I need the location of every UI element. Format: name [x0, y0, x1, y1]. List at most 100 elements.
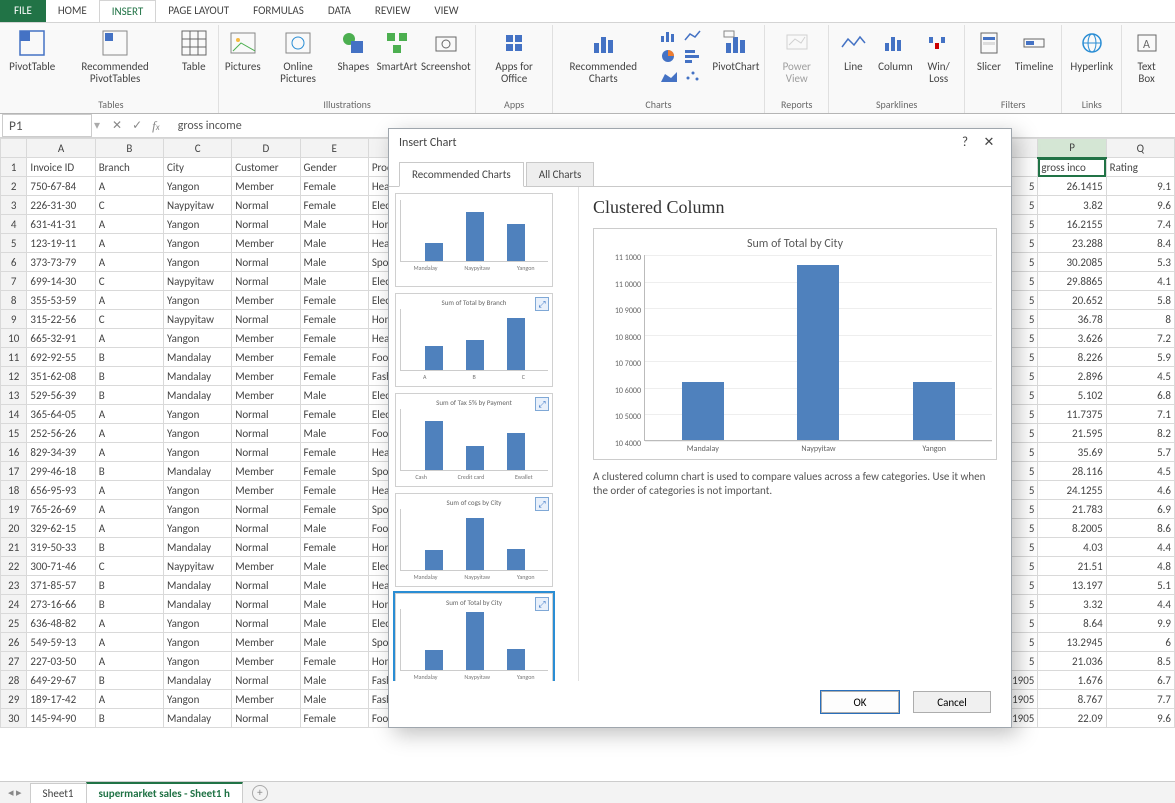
group-tables-label: Tables: [98, 96, 123, 113]
shapes-icon: [337, 27, 369, 59]
online-pictures-label: Online Pictures: [269, 61, 328, 85]
chart-gallery[interactable]: [652, 25, 710, 87]
chart-bar-Naypyitaw: [797, 265, 839, 440]
pictures-button[interactable]: Pictures: [223, 25, 263, 75]
tab-page-layout[interactable]: PAGE LAYOUT: [156, 0, 241, 22]
chart-thumb-2[interactable]: ⤢ Sum of Tax 5% by Payment CashCredit ca…: [395, 393, 553, 487]
tab-insert[interactable]: INSERT: [99, 0, 157, 22]
name-box[interactable]: [2, 114, 92, 137]
group-apps-label: Apps: [504, 96, 524, 113]
apps-label: Apps for Office: [484, 61, 543, 85]
hyperlink-icon: [1076, 27, 1108, 59]
sheet-tab-active[interactable]: supermarket sales - Sheet1 h: [86, 782, 243, 803]
scatter-chart-icon[interactable]: [682, 67, 704, 85]
fx-icon[interactable]: fx: [152, 118, 160, 134]
chart-thumb-3[interactable]: ⤢ Sum of cogs by City MandalayNaypyitawY…: [395, 493, 553, 587]
sheet-tab-sheet1[interactable]: Sheet1: [30, 783, 87, 803]
screenshot-button[interactable]: Screenshot: [420, 25, 471, 75]
sheet-tab-bar: ◂ ▸ Sheet1 supermarket sales - Sheet1 h …: [0, 781, 1175, 803]
ribbon-tabs: FILE HOME INSERT PAGE LAYOUT FORMULAS DA…: [0, 0, 1175, 22]
timeline-icon: [1018, 27, 1050, 59]
expand-icon[interactable]: ⤢: [535, 397, 549, 411]
group-reports-label: Reports: [781, 96, 813, 113]
power-view-button[interactable]: Power View: [769, 25, 824, 87]
textbox-icon: A: [1131, 27, 1163, 59]
chart-thumb-1[interactable]: ⤢ Sum of Total by Branch ABC: [395, 293, 553, 387]
line-chart-icon[interactable]: [682, 27, 704, 45]
cancel-button[interactable]: Cancel: [913, 691, 991, 713]
ok-button[interactable]: OK: [821, 691, 899, 713]
expand-icon[interactable]: ⤢: [535, 497, 549, 511]
tab-file[interactable]: FILE: [0, 0, 46, 22]
tab-view[interactable]: VIEW: [422, 0, 470, 22]
rec-charts-button[interactable]: Recommended Charts: [557, 25, 650, 87]
shapes-label: Shapes: [337, 61, 369, 73]
tab-formulas[interactable]: FORMULAS: [241, 0, 316, 22]
preview-heading: Clustered Column: [593, 197, 997, 218]
chart-bar-Yangon: [913, 382, 955, 440]
smartart-icon: [381, 27, 413, 59]
apps-for-office-button[interactable]: Apps for Office: [480, 25, 547, 87]
sparkline-winloss-icon: [923, 27, 955, 59]
bar-chart-icon[interactable]: [658, 27, 680, 45]
picture-icon: [227, 27, 259, 59]
pivotchart-button[interactable]: PivotChart: [712, 25, 760, 75]
power-view-icon: [781, 27, 813, 59]
sparkline-winloss-label: Win/ Loss: [921, 61, 956, 85]
rec-pivot-icon: [99, 27, 131, 59]
dialog-title: Insert Chart: [399, 136, 953, 150]
apps-icon: [498, 27, 530, 59]
sparkline-column-button[interactable]: Column: [875, 25, 915, 75]
add-sheet-button[interactable]: +: [252, 785, 268, 801]
sheet-nav[interactable]: ◂ ▸: [0, 786, 30, 799]
hyperlink-label: Hyperlink: [1070, 61, 1113, 73]
smartart-button[interactable]: SmartArt: [375, 25, 418, 75]
ribbon: PivotTable Recommended PivotTables Table…: [0, 22, 1175, 114]
sparkline-line-icon: [837, 27, 869, 59]
cancel-formula-icon[interactable]: ✕: [112, 118, 122, 134]
group-spark-label: Sparklines: [876, 96, 917, 113]
slicer-label: Slicer: [977, 61, 1001, 73]
rec-charts-icon: [587, 27, 619, 59]
expand-icon[interactable]: ⤢: [535, 597, 549, 611]
area-chart-icon[interactable]: [658, 67, 680, 85]
dialog-help-button[interactable]: ?: [953, 135, 977, 150]
dlg-tab-all[interactable]: All Charts: [526, 162, 595, 187]
table-button[interactable]: Table: [174, 25, 214, 75]
enter-formula-icon[interactable]: ✓: [132, 118, 142, 134]
textbox-label: Text Box: [1130, 61, 1163, 85]
sparkline-line-label: Line: [844, 61, 862, 73]
table-icon: [178, 27, 210, 59]
tab-data[interactable]: DATA: [316, 0, 363, 22]
screenshot-icon: [430, 27, 462, 59]
shapes-button[interactable]: Shapes: [333, 25, 373, 75]
slicer-icon: [973, 27, 1005, 59]
power-view-label: Power View: [773, 61, 820, 85]
chart-preview: Sum of Total by City 10 400010 500010 60…: [593, 228, 997, 460]
online-pictures-button[interactable]: Online Pictures: [265, 25, 332, 87]
sparkline-winloss-button[interactable]: Win/ Loss: [917, 25, 960, 87]
textbox-button[interactable]: AText Box: [1126, 25, 1167, 87]
rec-charts-label: Recommended Charts: [561, 61, 646, 85]
pivottable-label: PivotTable: [9, 61, 55, 73]
dialog-close-button[interactable]: ✕: [977, 135, 1001, 150]
hyperlink-button[interactable]: Hyperlink: [1066, 25, 1117, 75]
insert-chart-dialog: Insert Chart ? ✕ Recommended Charts All …: [388, 128, 1012, 728]
chart-thumbnails[interactable]: MandalayNaypyitawYangon ⤢ Sum of Total b…: [389, 187, 579, 681]
pivottable-button[interactable]: PivotTable: [8, 25, 56, 75]
expand-icon[interactable]: ⤢: [535, 297, 549, 311]
timeline-label: Timeline: [1015, 61, 1053, 73]
rec-pivot-button[interactable]: Recommended PivotTables: [58, 25, 171, 87]
sparkline-line-button[interactable]: Line: [833, 25, 873, 75]
sparkline-column-label: Column: [878, 61, 913, 73]
pie-chart-icon[interactable]: [658, 47, 680, 65]
slicer-button[interactable]: Slicer: [969, 25, 1009, 75]
timeline-button[interactable]: Timeline: [1011, 25, 1057, 75]
tab-home[interactable]: HOME: [46, 0, 99, 22]
chart-thumb-0[interactable]: MandalayNaypyitawYangon: [395, 193, 553, 287]
dlg-tab-recommended[interactable]: Recommended Charts: [399, 162, 524, 187]
chart-thumb-4[interactable]: ⤢ Sum of Total by City MandalayNaypyitaw…: [395, 593, 553, 681]
chart-description: A clustered column chart is used to comp…: [593, 470, 997, 499]
tab-review[interactable]: REVIEW: [363, 0, 423, 22]
hbar-chart-icon[interactable]: [682, 47, 704, 65]
